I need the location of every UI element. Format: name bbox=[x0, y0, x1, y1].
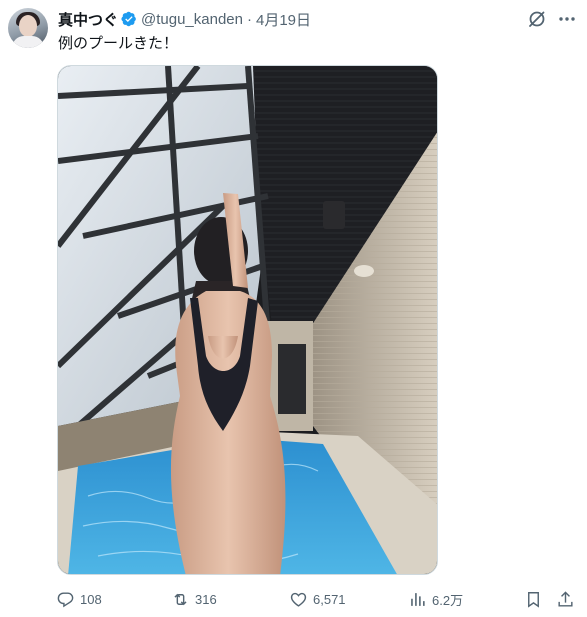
like-icon bbox=[290, 592, 307, 607]
views-count: 6.2万 bbox=[432, 592, 464, 608]
retweet-count: 316 bbox=[195, 591, 217, 607]
reply-count: 108 bbox=[80, 591, 102, 607]
tweet-date[interactable]: 4月19日 bbox=[256, 9, 311, 30]
avatar[interactable] bbox=[8, 8, 48, 48]
share-button[interactable] bbox=[556, 589, 575, 609]
retweet-icon bbox=[174, 593, 187, 605]
avatar-body bbox=[12, 36, 44, 48]
like-button[interactable]: 6,571 bbox=[289, 589, 346, 609]
like-count: 6,571 bbox=[313, 591, 346, 607]
author-handle[interactable]: @tugu_kanden bbox=[141, 11, 243, 28]
views-icon bbox=[411, 592, 425, 606]
verified-badge-icon bbox=[121, 11, 137, 27]
share-icon bbox=[558, 590, 573, 607]
bookmark-button[interactable] bbox=[524, 589, 543, 609]
bookmark-icon bbox=[528, 591, 539, 608]
tweet-header: 真中つぐ @tugu_kanden · 4月19日 bbox=[58, 9, 311, 29]
reply-icon bbox=[57, 591, 74, 607]
tweet-text: 例のプールきた！ bbox=[58, 35, 179, 52]
separator-dot: · bbox=[247, 10, 252, 28]
avatar-face bbox=[19, 15, 37, 37]
tweet-actions: 108 316 6,571 6.2万 bbox=[56, 589, 576, 609]
more-icon[interactable] bbox=[557, 9, 577, 29]
author-name[interactable]: 真中つぐ bbox=[58, 9, 118, 30]
tweet-photo[interactable] bbox=[57, 65, 438, 575]
views-button[interactable]: 6.2万 bbox=[408, 589, 463, 609]
grok-icon[interactable] bbox=[527, 9, 547, 29]
reply-button[interactable]: 108 bbox=[56, 589, 102, 609]
retweet-button[interactable]: 316 bbox=[171, 589, 217, 609]
